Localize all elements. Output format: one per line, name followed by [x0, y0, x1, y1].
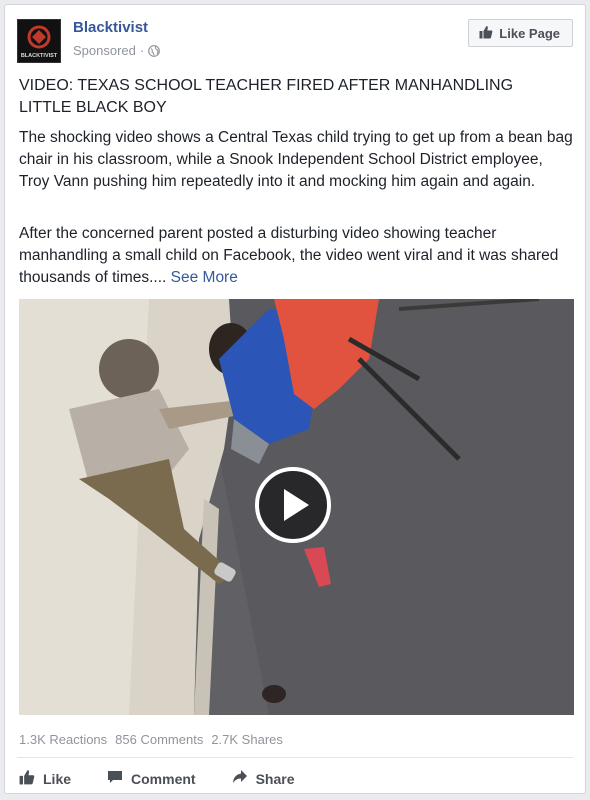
video-player[interactable] [19, 299, 574, 715]
thumbs-up-icon [479, 25, 493, 42]
share-arrow-icon [232, 769, 248, 788]
reactions-count[interactable]: 1.3K Reactions [19, 732, 107, 747]
page-name-link[interactable]: Blacktivist [73, 19, 148, 36]
page-avatar[interactable]: BLACKTIVIST [17, 19, 61, 63]
post-actions: Like Comment Share [19, 769, 295, 788]
post-meta: Sponsored · [73, 43, 161, 58]
globe-icon [148, 44, 161, 57]
meta-separator: · [139, 43, 145, 58]
thumbs-up-icon [19, 769, 35, 788]
post-stats: 1.3K Reactions 856 Comments 2.7K Shares [19, 732, 283, 747]
avatar-caption: BLACKTIVIST [21, 53, 58, 59]
shares-count[interactable]: 2.7K Shares [211, 732, 283, 747]
like-page-button[interactable]: Like Page [468, 19, 573, 47]
blacktivist-logo-icon: BLACKTIVIST [18, 20, 60, 62]
sponsored-label[interactable]: Sponsored [73, 43, 136, 58]
stats-divider [17, 757, 573, 758]
share-button[interactable]: Share [232, 769, 295, 788]
post-paragraph-2: After the concerned parent posted a dist… [19, 223, 573, 289]
see-more-link[interactable]: See More [171, 269, 238, 286]
post-paragraph-1: The shocking video shows a Central Texas… [19, 129, 573, 190]
post-headline: VIDEO: TEXAS SCHOOL TEACHER FIRED AFTER … [19, 77, 514, 116]
like-page-label: Like Page [499, 25, 560, 41]
comment-bubble-icon [107, 769, 123, 788]
post-header: BLACKTIVIST Blacktivist Sponsored · Like… [17, 19, 573, 65]
post-card: BLACKTIVIST Blacktivist Sponsored · Like… [4, 4, 586, 794]
comment-button[interactable]: Comment [107, 769, 196, 788]
like-button[interactable]: Like [19, 769, 71, 788]
comment-label: Comment [131, 770, 196, 787]
play-icon [284, 489, 309, 521]
share-label: Share [255, 770, 295, 787]
play-button[interactable] [255, 467, 331, 543]
post-paragraph-2-text: After the concerned parent posted a dist… [19, 225, 559, 286]
comments-count[interactable]: 856 Comments [115, 732, 203, 747]
like-label: Like [43, 770, 72, 787]
